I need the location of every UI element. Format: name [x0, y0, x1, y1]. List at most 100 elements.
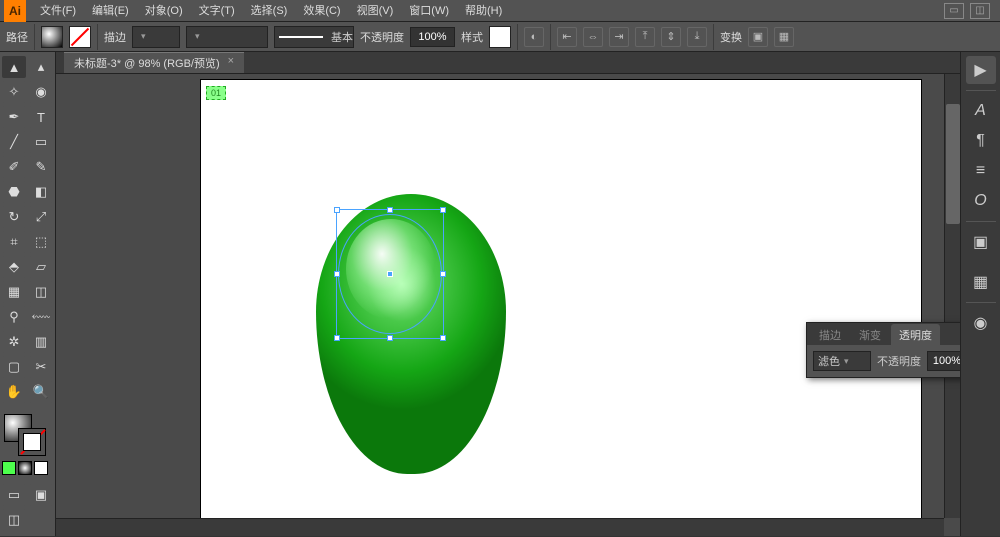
brush-select[interactable]: 基本	[274, 26, 354, 48]
align-top-icon[interactable]: ⤒	[635, 27, 655, 47]
selection-type-label: 路径	[6, 29, 28, 45]
gradient-tool[interactable]: ◫	[29, 281, 53, 303]
panel-tab-gradient[interactable]: 渐变	[851, 324, 889, 345]
align-right-icon[interactable]: ⇥	[609, 27, 629, 47]
menu-view[interactable]: 视图(V)	[349, 0, 402, 22]
stroke-weight-select[interactable]	[132, 26, 180, 48]
app-logo: Ai	[4, 0, 26, 22]
blend-mode-select[interactable]: 滤色	[813, 351, 871, 371]
paintbrush-tool[interactable]: ✐	[2, 156, 26, 178]
shape-highlight[interactable]	[346, 219, 436, 319]
isolate-icon[interactable]: ▣	[748, 27, 768, 47]
zoom-tool[interactable]: 🔍	[29, 381, 53, 403]
color-mode-gradient[interactable]	[18, 461, 32, 475]
blend-tool[interactable]: ⬳	[29, 306, 53, 328]
magic-wand-tool[interactable]: ✧	[2, 81, 26, 103]
free-transform-tool[interactable]: ⬚	[29, 231, 53, 253]
direct-selection-tool[interactable]: ▴	[29, 56, 53, 78]
document-tab-label: 未标题-3* @ 98% (RGB/预览)	[74, 55, 220, 71]
opacity-label[interactable]: 不透明度	[360, 29, 404, 45]
slice-tool[interactable]: ✂	[29, 356, 53, 378]
screen-mode-normal[interactable]: ▭	[2, 484, 26, 506]
line-tool[interactable]: ╱	[2, 131, 26, 153]
dock-play-icon[interactable]: ▶	[966, 56, 996, 84]
width-tool[interactable]: ⌗	[2, 231, 26, 253]
menu-help[interactable]: 帮助(H)	[457, 0, 510, 22]
dock-character-icon[interactable]: A	[966, 97, 996, 125]
dock-align-icon[interactable]: ≡	[966, 157, 996, 185]
artboard-tag: 01	[206, 86, 226, 100]
draw-mode-icon[interactable]: ◫	[2, 509, 26, 531]
color-mode-none[interactable]	[34, 461, 48, 475]
menu-file[interactable]: 文件(F)	[32, 0, 84, 22]
menu-object[interactable]: 对象(O)	[137, 0, 191, 22]
canvas[interactable]: 01 描边 渐变 透明度 ▸▸ ≡	[56, 74, 960, 536]
panel-opacity-label: 不透明度	[877, 353, 921, 369]
dock-swatches-icon[interactable]: ▦	[966, 268, 996, 296]
layout-split-icon[interactable]: ◫	[970, 3, 990, 19]
panel-opacity-input[interactable]	[927, 351, 960, 371]
style-label: 样式	[461, 29, 483, 45]
stroke-label: 描边	[104, 29, 126, 45]
recolor-icon[interactable]: ◐	[524, 27, 544, 47]
document-tab[interactable]: 未标题-3* @ 98% (RGB/预览) ×	[64, 52, 244, 73]
align-center-icon[interactable]: ⇔	[583, 27, 603, 47]
layout-toggle-icon[interactable]: ▭	[944, 3, 964, 19]
screen-mode-full[interactable]: ▣	[29, 484, 53, 506]
transform-link[interactable]: 变换	[720, 29, 742, 45]
panel-tab-transparency[interactable]: 透明度	[891, 324, 940, 345]
fill-swatch[interactable]	[41, 26, 63, 48]
graph-tool[interactable]: ▥	[29, 331, 53, 353]
rotate-tool[interactable]: ↻	[2, 206, 26, 228]
menu-select[interactable]: 选择(S)	[243, 0, 296, 22]
stroke-color-swatch[interactable]	[18, 428, 46, 456]
transparency-panel[interactable]: 描边 渐变 透明度 ▸▸ ≡ 滤色 不透明度 ▾	[806, 322, 960, 378]
brush-label: 基本	[331, 29, 353, 45]
hand-tool[interactable]: ✋	[2, 381, 26, 403]
align-bottom-icon[interactable]: ⤓	[687, 27, 707, 47]
eraser-tool[interactable]: ◧	[29, 181, 53, 203]
blob-brush-tool[interactable]: ⬣	[2, 181, 26, 203]
mesh-tool[interactable]: ▦	[2, 281, 26, 303]
variable-width-select[interactable]	[186, 26, 268, 48]
close-tab-icon[interactable]: ×	[228, 55, 234, 71]
pen-tool[interactable]: ✒	[2, 106, 26, 128]
scrollbar-thumb[interactable]	[946, 104, 960, 224]
pencil-tool[interactable]: ✎	[29, 156, 53, 178]
dock-appearance-icon[interactable]: ◉	[966, 309, 996, 337]
dock-pathfinder-icon[interactable]: ▣	[966, 228, 996, 256]
toolbox: ▲▴ ✧◉ ✒T ╱▭ ✐✎ ⬣◧ ↻⤢ ⌗⬚ ⬘▱ ▦◫ ⚲⬳ ✲▥ ▢✂ ✋…	[0, 52, 56, 536]
scale-tool[interactable]: ⤢	[29, 206, 53, 228]
style-swatch[interactable]	[489, 26, 511, 48]
stroke-swatch[interactable]	[69, 26, 91, 48]
color-mode-solid[interactable]	[2, 461, 16, 475]
scrollbar-horizontal[interactable]	[56, 518, 944, 536]
eyedropper-tool[interactable]: ⚲	[2, 306, 26, 328]
menu-edit[interactable]: 编辑(E)	[84, 0, 137, 22]
menu-effect[interactable]: 效果(C)	[295, 0, 348, 22]
opacity-input[interactable]	[410, 27, 455, 47]
menu-window[interactable]: 窗口(W)	[401, 0, 457, 22]
selection-tool[interactable]: ▲	[2, 56, 26, 78]
document-tabbar: 未标题-3* @ 98% (RGB/预览) ×	[56, 52, 960, 74]
dock-paragraph-icon[interactable]: ¶	[966, 127, 996, 155]
scrollbar-vertical[interactable]	[944, 74, 960, 518]
align-middle-icon[interactable]: ⇕	[661, 27, 681, 47]
type-tool[interactable]: T	[29, 106, 53, 128]
perspective-tool[interactable]: ▱	[29, 256, 53, 278]
artboard[interactable]	[201, 80, 921, 536]
menu-type[interactable]: 文字(T)	[191, 0, 243, 22]
dock-opentype-icon[interactable]: O	[966, 187, 996, 215]
symbol-sprayer-tool[interactable]: ✲	[2, 331, 26, 353]
fill-stroke-control[interactable]	[2, 414, 53, 454]
right-dock: ▶ A ¶ ≡ O ▣ ▦ ◉	[960, 52, 1000, 536]
shape-builder-tool[interactable]: ⬘	[2, 256, 26, 278]
panel-tab-stroke[interactable]: 描边	[811, 324, 849, 345]
align-left-icon[interactable]: ⇤	[557, 27, 577, 47]
menubar: Ai 文件(F) 编辑(E) 对象(O) 文字(T) 选择(S) 效果(C) 视…	[0, 0, 1000, 22]
lasso-tool[interactable]: ◉	[29, 81, 53, 103]
rectangle-tool[interactable]: ▭	[29, 131, 53, 153]
options-bar: 路径 描边 基本 不透明度 样式 ◐ ⇤ ⇔ ⇥ ⤒ ⇕ ⤓ 变换 ▣ ▦	[0, 22, 1000, 52]
artboard-tool[interactable]: ▢	[2, 356, 26, 378]
arrange-icon[interactable]: ▦	[774, 27, 794, 47]
